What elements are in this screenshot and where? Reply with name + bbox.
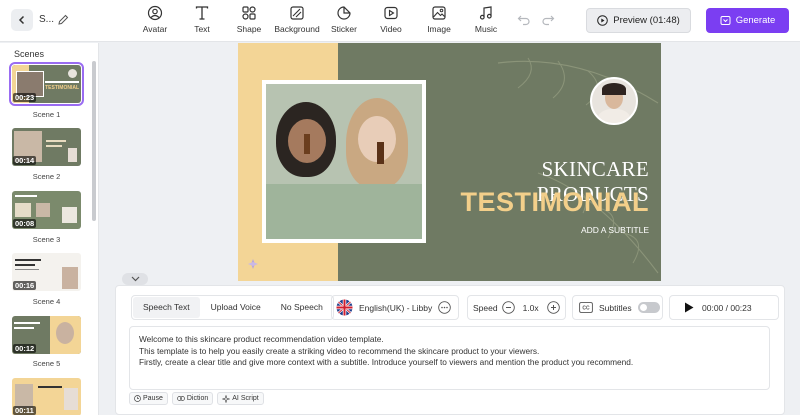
script-panel: Speech Text Upload Voice No Speech Engli… [115,285,785,415]
generate-button[interactable]: Generate [706,8,789,33]
scene-label: Scene 4 [32,297,61,306]
back-button[interactable] [11,9,33,31]
shape-icon [242,6,256,20]
voice-selector[interactable]: English(UK) - Libby [331,295,459,320]
subtitles-label: Subtitles [599,302,632,313]
scene-duration: 00:16 [13,281,37,290]
scene-duration: 00:08 [13,219,37,228]
generate-icon [720,16,731,25]
video-icon [384,6,398,20]
closed-captions-icon: CC [579,302,593,313]
scene-label: Scene 3 [32,235,61,244]
more-options-icon[interactable] [438,301,451,314]
playback-time: 00:00 / 00:23 [702,302,752,313]
scene-thumb-2[interactable]: 00:14 [12,128,81,166]
undo-icon[interactable] [517,13,531,27]
script-tools: Pause Diction AI Script [129,392,264,405]
presenter-avatar[interactable] [590,77,638,125]
minus-icon[interactable] [501,301,515,314]
video-canvas[interactable]: SKINCARE PRODUCTS TESTIMONIAL ADD A SUBT… [238,43,661,281]
brand-logo-icon [248,259,258,269]
audio-player: 00:00 / 00:23 [669,295,779,320]
collapse-panel-button[interactable] [122,273,148,285]
script-line: This template is to help you easily crea… [139,345,540,356]
music-icon [479,6,492,20]
diction-button[interactable]: Diction [171,392,214,405]
scene-thumb-3[interactable]: 00:08 [12,191,81,229]
testimonial-photo[interactable] [262,80,426,243]
pause-label: Pause [143,395,163,402]
scene-thumb-5[interactable]: 00:12 [12,316,81,354]
scene-thumb-6[interactable]: 00:11 [12,378,81,415]
scene-thumb-4[interactable]: 00:16 [12,253,81,291]
music-tool[interactable]: Music [456,5,516,34]
sticker-icon [337,6,351,20]
preview-label: Preview (01:48) [613,15,680,26]
scene-duration: 00:12 [13,344,37,353]
scene-duration: 00:11 [13,406,36,415]
svg-text:CC: CC [582,306,590,312]
text-icon [195,6,209,20]
top-toolbar: S... Avatar Text Shape Background Sticke… [0,0,800,42]
canvas-subtitle[interactable]: ADD A SUBTITLE [428,225,649,235]
scene-label: Scene 1 [32,110,61,119]
redo-icon[interactable] [541,13,555,27]
tool-label: Music [474,24,498,34]
image-icon [432,6,446,20]
scene-label: Scene 5 [32,359,61,368]
scene-label: Scene 2 [32,172,61,181]
chevron-left-icon [18,15,25,25]
diction-icon [177,396,185,401]
speed-value: 1.0x [522,302,539,313]
canvas-headline[interactable]: TESTIMONIAL [428,187,649,218]
ai-script-label: AI Script [232,395,259,402]
tab-no-speech[interactable]: No Speech [271,296,333,319]
scene-thumb-title: TESTIMONIAL [45,85,79,91]
uk-flag-icon [336,299,353,316]
ai-script-button[interactable]: AI Script [217,392,264,405]
scenes-title: Scenes [14,49,45,59]
scenes-scrollbar[interactable] [92,61,96,221]
tab-speech-text[interactable]: Speech Text [133,297,200,318]
voice-name: English(UK) - Libby [359,302,433,313]
chevron-down-icon [131,276,139,282]
scenes-panel: Scenes TESTIMONIAL 00:23 Scene 1 00:14 S… [0,43,99,415]
pencil-icon[interactable] [57,13,70,26]
tab-upload-voice[interactable]: Upload Voice [201,296,271,319]
diction-label: Diction [186,395,209,402]
scene-duration: 00:23 [13,93,37,102]
subtitles-toggle[interactable] [637,302,660,313]
speed-label: Speed [473,302,498,313]
pause-button[interactable]: Pause [129,392,168,405]
sparkle-icon [222,394,231,403]
plus-icon[interactable] [546,301,560,314]
play-circle-icon [597,15,609,26]
script-line: Firstly, create a clear title and give m… [139,357,634,367]
avatar-icon [147,5,163,21]
script-textarea[interactable]: Welcome to this skincare product recomme… [129,326,770,390]
generate-label: Generate [735,15,776,26]
speech-mode-tabs: Speech Text Upload Voice No Speech [131,295,334,320]
speed-control: Speed 1.0x [467,295,566,320]
background-icon [290,6,304,20]
script-line: Welcome to this skincare product recomme… [139,334,384,344]
clock-icon [134,395,141,402]
subtitles-control: CC Subtitles [572,295,663,320]
scene-thumb-1[interactable]: TESTIMONIAL 00:23 [9,62,84,106]
preview-button[interactable]: Preview (01:48) [586,8,691,33]
play-icon[interactable] [684,302,694,313]
project-name[interactable]: S... [39,14,54,25]
scene-duration: 00:14 [13,156,37,165]
